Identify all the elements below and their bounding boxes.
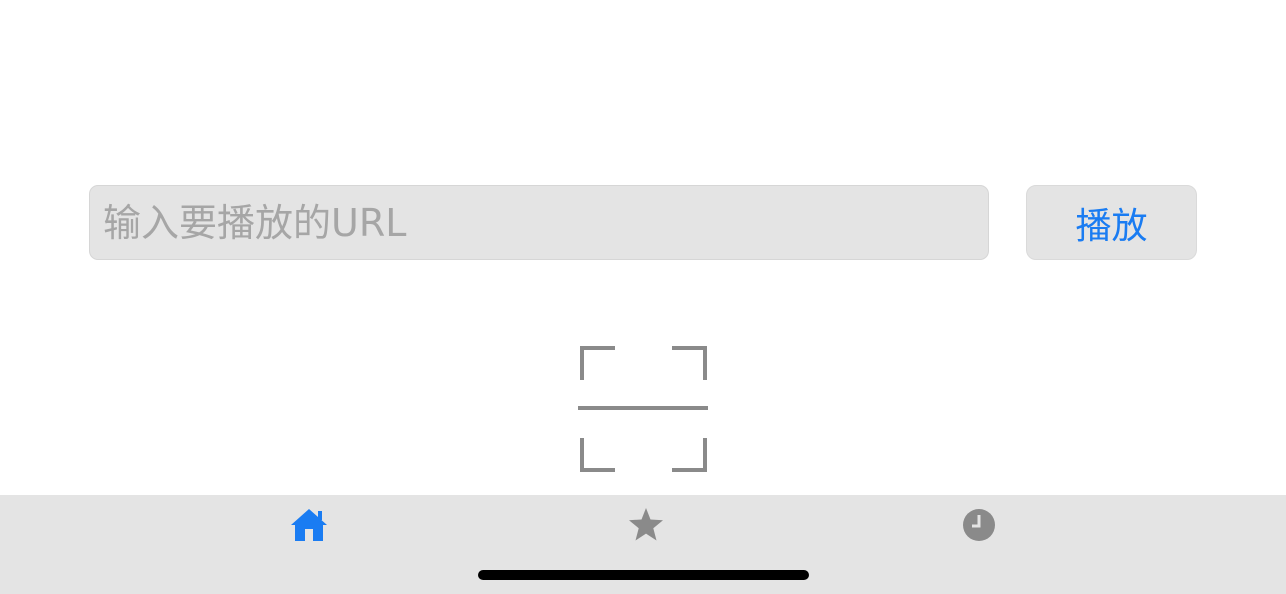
tab-favorites[interactable] [616, 501, 676, 549]
url-input[interactable] [89, 185, 989, 260]
clock-icon [963, 509, 995, 541]
tab-history[interactable] [949, 501, 1009, 549]
scan-button[interactable] [575, 342, 711, 476]
home-icon [291, 509, 327, 541]
home-indicator[interactable] [478, 570, 809, 580]
tab-home[interactable] [279, 501, 339, 549]
play-button[interactable]: 播放 [1026, 185, 1197, 260]
scan-icon [578, 346, 708, 472]
star-icon [629, 508, 663, 541]
